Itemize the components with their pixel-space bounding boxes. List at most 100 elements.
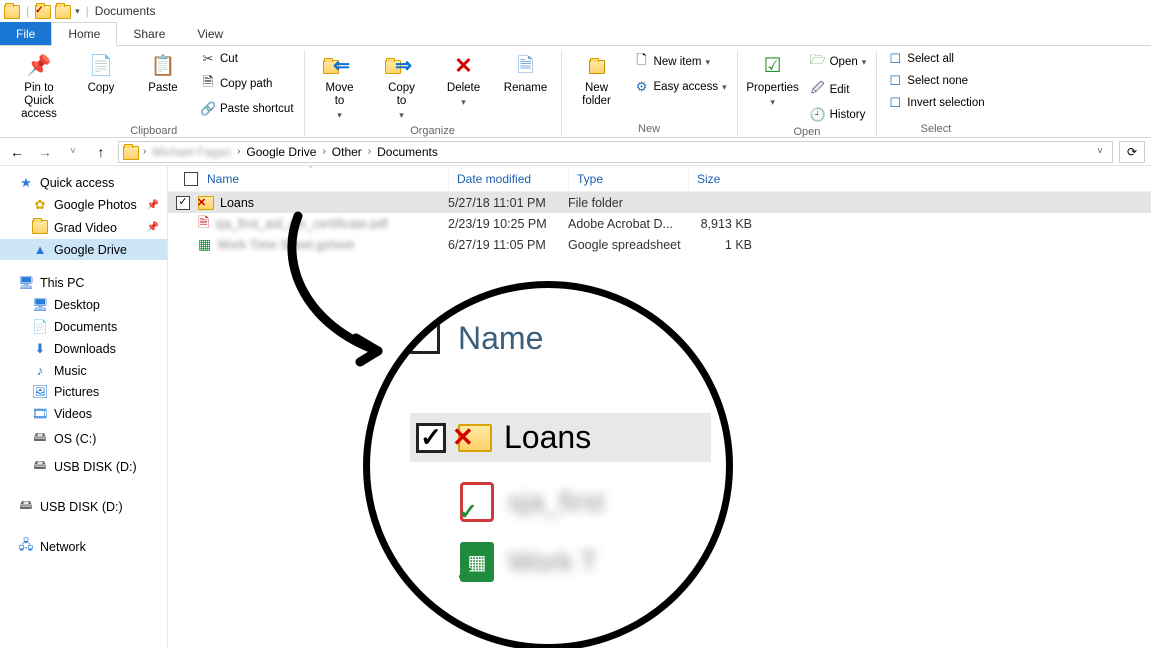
column-header-checkbox[interactable] [176, 166, 198, 191]
row-type: Google spreadsheet [568, 238, 688, 252]
column-header-date[interactable]: Date modified [448, 166, 568, 191]
nav-recent-button[interactable]: ˅ [62, 141, 84, 163]
address-bar[interactable]: › Michael Fagan › Google Drive › Other ›… [118, 141, 1113, 163]
zoom-folder-error-icon [458, 424, 492, 452]
nav-pane: ★ Quick access ✿ Google Photos 📌 Grad Vi… [0, 166, 168, 648]
row-date: 2/23/19 10:25 PM [448, 217, 568, 231]
breadcrumb-chev-1[interactable]: › [233, 146, 244, 157]
edit-icon: 🖉 [810, 79, 826, 101]
row-type: Adobe Acrobat D... [568, 217, 688, 231]
nav-back-button[interactable]: ← [6, 141, 28, 163]
new-folder-button[interactable]: New folder [568, 50, 626, 110]
pin-icon: 📌 [147, 200, 159, 211]
copy-path-button[interactable]: 🗎 Copy path [196, 72, 298, 96]
delete-button[interactable]: ✕ Delete [435, 50, 493, 110]
column-header-size[interactable]: Size [688, 166, 760, 191]
select-all-icon: ☐ [887, 51, 903, 67]
tab-file[interactable]: File [0, 22, 51, 45]
sidebar-quick-access[interactable]: ★ Quick access [0, 172, 167, 194]
new-item-button[interactable]: 🗋 New item [630, 50, 731, 74]
sidebar-network[interactable]: 🖧 Network [0, 533, 167, 561]
new-item-icon: 🗋 [634, 51, 650, 73]
rename-icon: 🗎 [517, 52, 533, 80]
row-type: File folder [568, 196, 688, 210]
pictures-icon: 🖼 [32, 384, 48, 400]
ribbon-label-new: New [568, 121, 731, 137]
sidebar-pictures[interactable]: 🖼 Pictures [0, 381, 167, 403]
breadcrumb-chev-0[interactable]: › [139, 146, 150, 157]
row-size: 1 KB [688, 238, 760, 252]
pin-to-quick-access-button[interactable]: 📌 Pin to Quick access [10, 50, 68, 123]
tab-view[interactable]: View [181, 22, 239, 45]
copy-to-icon [385, 52, 418, 80]
nav-up-button[interactable]: ↑ [90, 141, 112, 163]
sidebar-os-c[interactable]: 🖴 OS (C:) [0, 425, 167, 453]
breadcrumb-documents[interactable]: Documents [375, 145, 440, 159]
tab-home[interactable]: Home [51, 22, 117, 46]
nav-forward-button[interactable]: → [34, 141, 56, 163]
qat-drop[interactable]: ▾ [75, 6, 80, 17]
zoom-sheet-icon [460, 542, 494, 582]
select-all-button[interactable]: ☐ Select all [883, 50, 988, 68]
sidebar-this-pc[interactable]: 🖥 This PC [0, 272, 167, 294]
address-drop[interactable]: ˅ [1092, 145, 1108, 158]
desktop-icon: 🖥 [32, 297, 48, 313]
zoom-column-header: Name [410, 320, 711, 357]
column-header-name[interactable]: Name ˆ [198, 166, 448, 191]
copy-to-button[interactable]: Copy to [373, 50, 431, 123]
copy-button[interactable]: 📄 Copy [72, 50, 130, 97]
nav-bar: ← → ˅ ↑ › Michael Fagan › Google Drive ›… [0, 138, 1151, 166]
sidebar-videos[interactable]: 🎞 Videos [0, 403, 167, 425]
address-folder-icon [123, 146, 139, 160]
ribbon-group-organize: Move to Copy to ✕ Delete 🗎 Rename Organi… [305, 50, 562, 137]
breadcrumb-other[interactable]: Other [330, 145, 364, 159]
documents-icon: 📄 [32, 319, 48, 335]
folder-icon [32, 219, 48, 236]
move-to-button[interactable]: Move to [311, 50, 369, 123]
zoom-row-loans: Loans [410, 413, 711, 462]
breadcrumb-chev-2[interactable]: › [318, 146, 329, 157]
refresh-button[interactable]: ⟳ [1119, 141, 1145, 163]
select-none-button[interactable]: ☐ Select none [883, 72, 988, 90]
paste-icon: 📋 [151, 52, 176, 80]
sidebar-music[interactable]: ♪ Music [0, 360, 167, 381]
open-button[interactable]: 🗁 Open [806, 50, 871, 74]
tab-share[interactable]: Share [117, 22, 181, 45]
breadcrumb-user[interactable]: Michael Fagan [150, 145, 233, 159]
paste-button[interactable]: 📋 Paste [134, 50, 192, 97]
edit-button[interactable]: 🖉 Edit [806, 78, 871, 102]
sidebar-usb-disk-1[interactable]: 🖴 USB DISK (D:) [0, 453, 167, 481]
easy-access-button[interactable]: ⚙ Easy access [630, 78, 731, 96]
column-header-type[interactable]: Type [568, 166, 688, 191]
rename-button[interactable]: 🗎 Rename [497, 50, 555, 97]
sort-indicator-icon: ˆ [309, 165, 312, 175]
row-checkbox[interactable] [176, 196, 190, 210]
sidebar-usb-disk-2[interactable]: 🖴 USB DISK (D:) [0, 493, 167, 521]
invert-selection-icon: ☐ [887, 95, 903, 111]
ribbon-tabs: File Home Share View [0, 22, 1151, 46]
invert-selection-button[interactable]: ☐ Invert selection [883, 94, 988, 112]
sidebar-google-photos[interactable]: ✿ Google Photos 📌 [0, 194, 167, 216]
sidebar-documents[interactable]: 📄 Documents [0, 316, 167, 338]
sidebar-desktop[interactable]: 🖥 Desktop [0, 294, 167, 316]
zoom-name-header: Name [458, 320, 543, 357]
pin-icon: 📌 [27, 52, 52, 80]
sidebar-google-drive[interactable]: ▲ Google Drive [0, 239, 167, 260]
paste-shortcut-button[interactable]: 🔗 Paste shortcut [196, 100, 298, 118]
pdf-icon: 🗎 [198, 212, 209, 236]
breadcrumb-google-drive[interactable]: Google Drive [244, 145, 318, 159]
sidebar-downloads[interactable]: ⬇ Downloads [0, 338, 167, 360]
ribbon-group-select: ☐ Select all ☐ Select none ☐ Invert sele… [877, 50, 994, 137]
zoom-loans-label: Loans [504, 419, 591, 456]
music-icon: ♪ [32, 363, 48, 378]
properties-button[interactable]: ☑ Properties [744, 50, 802, 110]
breadcrumb-chev-3[interactable]: › [364, 146, 375, 157]
zoom-callout: Name Loans sja_first Work T [363, 281, 733, 648]
cut-button[interactable]: ✂ Cut [196, 50, 298, 68]
history-button[interactable]: 🕘 History [806, 106, 871, 124]
properties-icon: ☑ [764, 52, 782, 80]
app-folder-icon-2 [35, 5, 51, 19]
select-all-checkbox[interactable] [184, 172, 198, 186]
sidebar-grad-video[interactable]: Grad Video 📌 [0, 216, 167, 239]
row-date: 6/27/19 11:05 PM [448, 238, 568, 252]
